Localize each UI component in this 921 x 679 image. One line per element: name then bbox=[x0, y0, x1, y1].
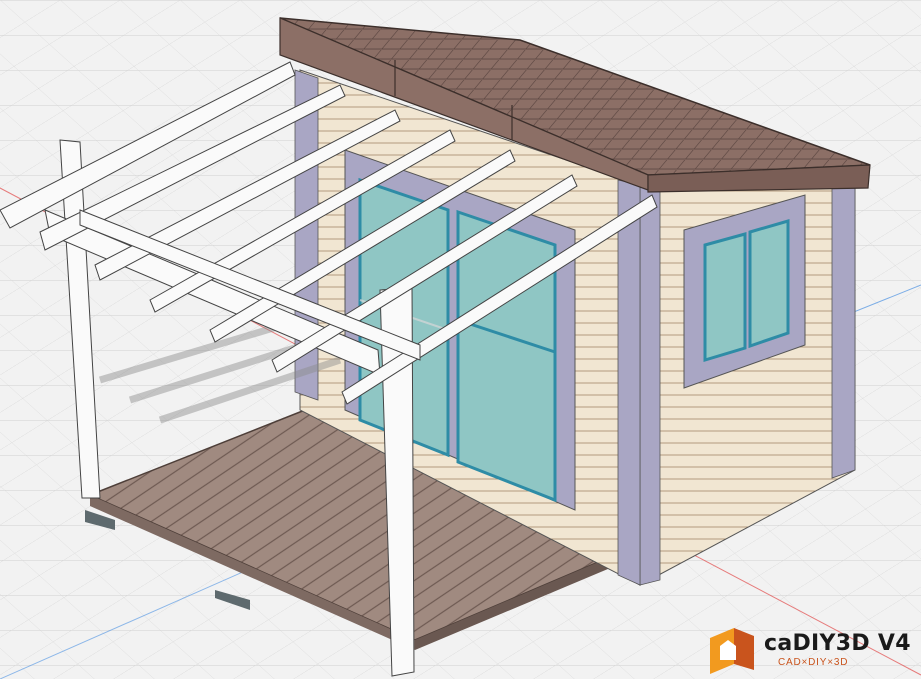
3d-viewport[interactable]: caDIY3D V4 CAD×DIY×3D bbox=[0, 0, 921, 679]
app-logo: caDIY3D V4 CAD×DIY×3D bbox=[706, 628, 916, 674]
cadiy3d-logo-icon bbox=[710, 628, 754, 674]
app-tagline: CAD×DIY×3D bbox=[778, 657, 849, 668]
app-name: caDIY3D V4 bbox=[764, 631, 911, 656]
3d-scene[interactable] bbox=[0, 0, 921, 679]
